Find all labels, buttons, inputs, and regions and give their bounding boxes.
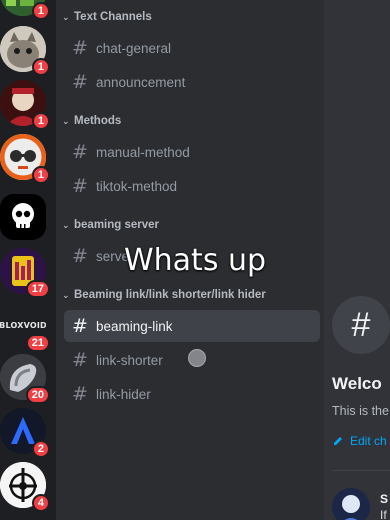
unread-badge: 17 [25, 280, 50, 298]
hash-icon: # [72, 141, 88, 163]
category-label: Text Channels [74, 11, 152, 23]
hash-icon: # [72, 37, 88, 59]
category-beaming-server[interactable]: ⌄ beaming server [62, 217, 159, 233]
hash-icon: # [72, 349, 88, 371]
category-label: Methods [74, 115, 122, 127]
skull-icon [0, 194, 46, 240]
server-icon-2[interactable]: 1 [0, 26, 50, 76]
anime-avatar-icon [332, 488, 370, 520]
server-icon-5[interactable] [0, 194, 46, 240]
edit-channel-link[interactable]: Edit ch [332, 434, 387, 448]
server-icon-4[interactable]: 1 [0, 134, 50, 184]
server-icon-8[interactable]: 20 [0, 354, 50, 404]
chevron-down-icon: ⌄ [62, 11, 70, 22]
category-label: beaming server [74, 219, 160, 231]
channel-label: chat-general [96, 40, 172, 56]
channel-chat-general[interactable]: # chat-general [64, 32, 320, 64]
message-avatar[interactable] [332, 488, 370, 520]
discord-app: 1 1 1 1 17 BLOXVOID 21 20 2 4 ⌄ Text Cha… [0, 0, 390, 520]
unread-badge: 20 [25, 386, 50, 404]
unread-badge: 1 [31, 166, 50, 184]
video-caption-overlay: Whats up [124, 243, 267, 278]
hash-icon: # [72, 383, 88, 405]
channel-label: manual-method [96, 144, 190, 160]
channel-manual-method[interactable]: # manual-method [64, 136, 320, 168]
unread-badge: 1 [31, 58, 50, 76]
server-icon-10[interactable]: 4 [0, 462, 50, 512]
hash-icon: # [72, 245, 88, 267]
category-beaming-link[interactable]: ⌄ Beaming link/link shorter/link hider [62, 287, 266, 303]
server-icon-3[interactable]: 1 [0, 80, 50, 130]
server-icon-6[interactable]: 17 [0, 248, 50, 298]
hash-icon: # [72, 71, 88, 93]
channel-link-hider[interactable]: # link-hider [64, 378, 320, 410]
edit-channel-label: Edit ch [350, 434, 387, 448]
category-label: Beaming link/link shorter/link hider [74, 289, 266, 301]
welcome-subtitle: This is the [332, 404, 389, 418]
channel-label: link-shorter [96, 352, 163, 368]
channel-label: announcement [96, 74, 186, 90]
welcome-title: Welco [332, 374, 382, 393]
unread-badge: 21 [25, 334, 50, 352]
channel-label: tiktok-method [96, 178, 178, 194]
channel-announcement[interactable]: # announcement [64, 66, 320, 98]
message-author[interactable]: S [380, 492, 388, 506]
chevron-down-icon: ⌄ [62, 289, 70, 300]
unread-badge: 4 [31, 494, 50, 512]
server-icon-bloxvoid[interactable]: BLOXVOID 21 [0, 302, 50, 352]
channel-tiktok-method[interactable]: # tiktok-method [64, 170, 320, 202]
touch-cursor [188, 349, 206, 367]
unread-badge: 1 [31, 112, 50, 130]
pencil-icon [334, 437, 342, 445]
chat-pane: # Welco This is the Edit ch S If [324, 0, 390, 520]
category-methods[interactable]: ⌄ Methods [62, 113, 121, 129]
message-text: If [380, 508, 387, 520]
channel-label: beaming-link [96, 318, 173, 334]
channel-beaming-link[interactable]: # beaming-link [64, 310, 320, 342]
bloxvoid-logo: BLOXVOID [0, 320, 46, 330]
server-icon-9[interactable]: 2 [0, 408, 50, 458]
category-text-channels[interactable]: ⌄ Text Channels [62, 9, 152, 25]
server-icon-1[interactable]: 1 [0, 0, 50, 20]
hash-icon: # [72, 175, 88, 197]
channel-hash-icon: # [332, 296, 390, 354]
server-rail: 1 1 1 1 17 BLOXVOID 21 20 2 4 [0, 0, 56, 520]
hash-icon: # [72, 315, 88, 337]
unread-badge: 1 [31, 2, 50, 20]
channel-label: link-hider [96, 386, 151, 402]
divider [332, 470, 390, 471]
chevron-down-icon: ⌄ [62, 219, 70, 230]
chevron-down-icon: ⌄ [62, 115, 70, 126]
unread-badge: 2 [31, 440, 50, 458]
